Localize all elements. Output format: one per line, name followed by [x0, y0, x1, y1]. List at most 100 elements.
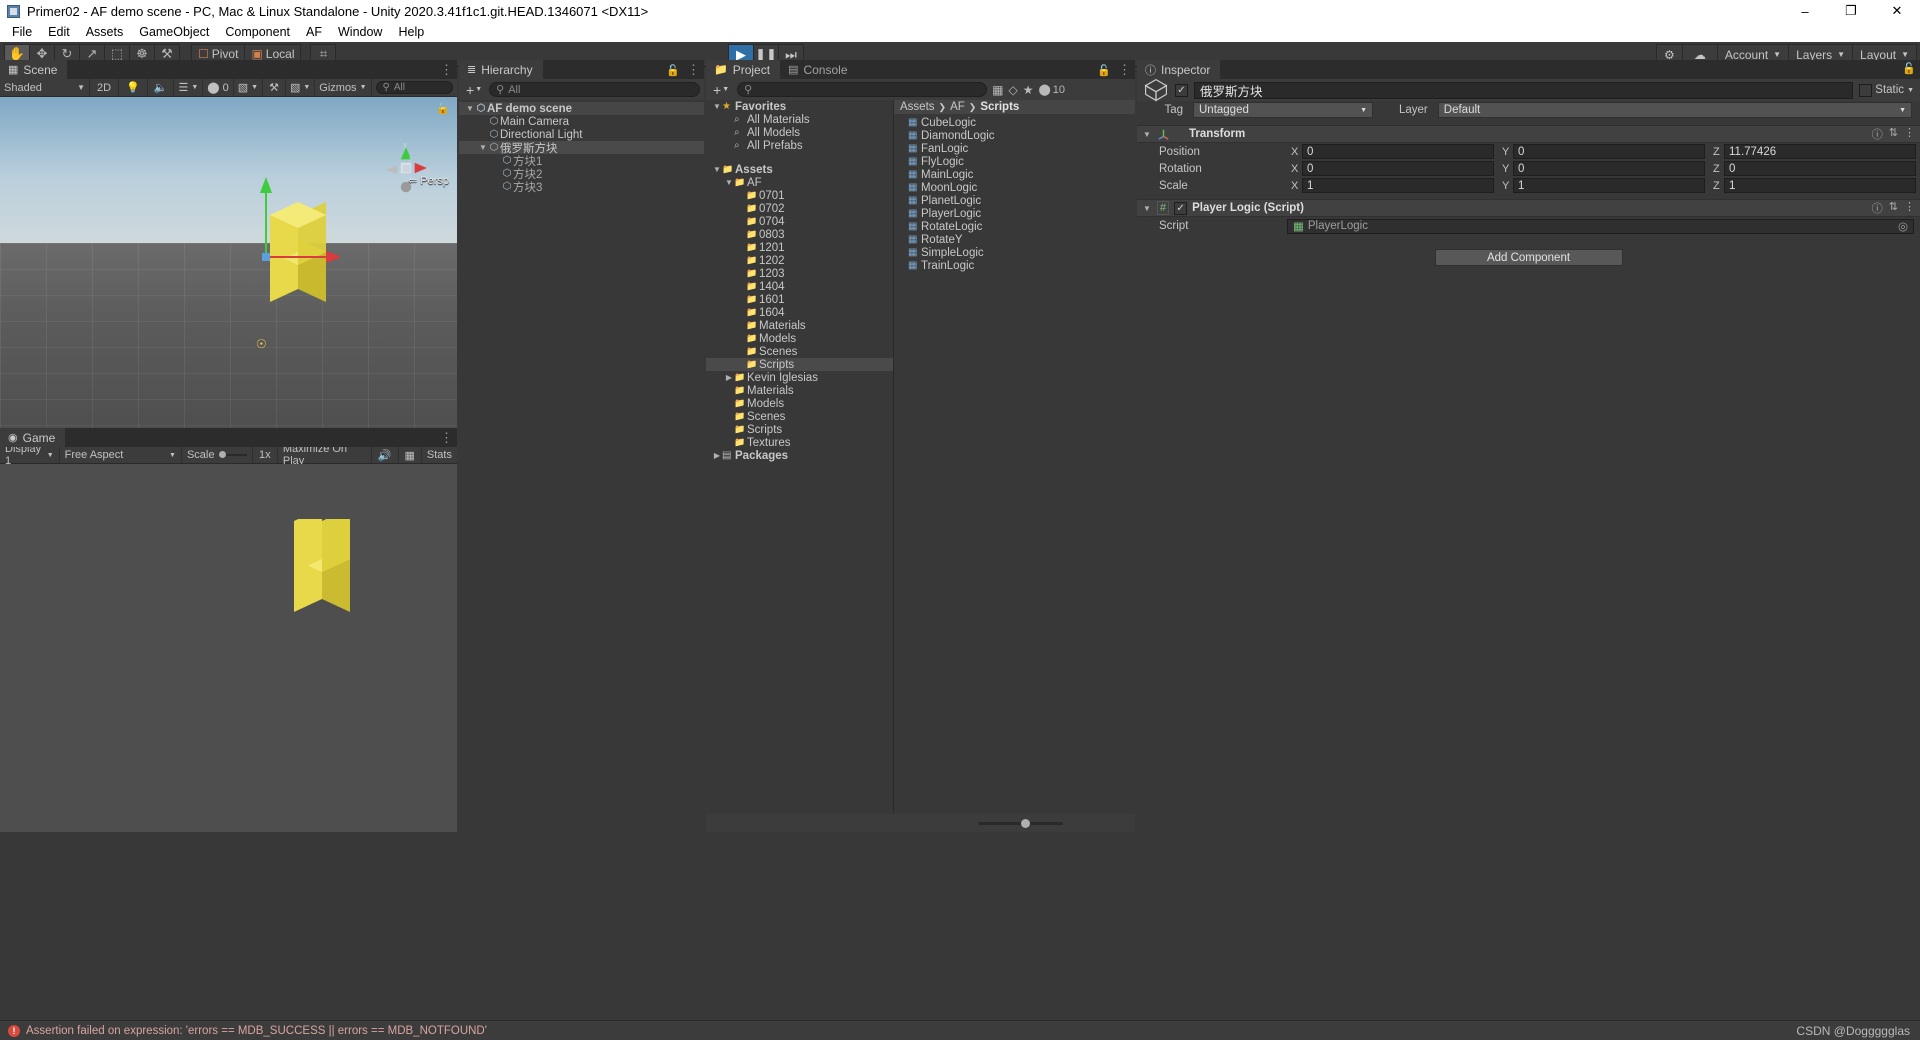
project-asset-1[interactable]: ▦ DiamondLogic	[894, 129, 1135, 142]
hierarchy-item-3[interactable]: ▼ ⬡ 俄罗斯方块	[459, 141, 704, 155]
project-add-button[interactable]: + ▼	[710, 82, 732, 98]
scale-z-field[interactable]: Z1	[1709, 178, 1920, 193]
aspect-dropdown[interactable]: Free Aspect ▼	[60, 447, 182, 463]
expand-triangle-icon[interactable]: ▼	[712, 165, 722, 174]
scene-lock-icon[interactable]: 🔓	[436, 102, 450, 115]
tab-scene[interactable]: ▦ Scene	[0, 60, 68, 79]
project-tree-item-13[interactable]: 📁 1203	[706, 267, 893, 280]
scale-slider[interactable]: Scale	[182, 447, 253, 463]
project-asset-3[interactable]: ▦ FlyLogic	[894, 155, 1135, 168]
scale-x-field[interactable]: X1	[1287, 178, 1498, 193]
breadcrumb-af[interactable]: AF	[950, 101, 965, 113]
hierarchy-item-6[interactable]: ⬡ 方块3	[459, 180, 704, 194]
scene-axis-gizmo[interactable]: y x z	[380, 142, 432, 194]
kebab-icon[interactable]: ⋮	[1118, 62, 1131, 78]
lock-icon[interactable]: 🔓	[1902, 62, 1916, 75]
tab-inspector[interactable]: ⓘ Inspector	[1137, 60, 1221, 79]
position-x-field[interactable]: X0	[1287, 144, 1498, 159]
project-tree-item-9[interactable]: 📁 0704	[706, 215, 893, 228]
project-zoom-knob[interactable]	[1020, 818, 1030, 828]
menu-item-window[interactable]: Window	[330, 22, 390, 42]
menu-item-edit[interactable]: Edit	[40, 22, 78, 42]
scene-camera-icon[interactable]: ▧ ▼	[286, 79, 316, 96]
scale-z-value[interactable]: 1	[1724, 178, 1916, 193]
component-enabled-checkbox[interactable]: ✓	[1174, 201, 1188, 215]
kebab-icon[interactable]: ⋮	[1904, 200, 1915, 216]
tab-console[interactable]: ▤ Console	[780, 60, 858, 79]
directional-light-gizmo[interactable]: ☉	[256, 337, 267, 351]
lock-icon[interactable]: 🔓	[666, 64, 680, 77]
scene-viewport[interactable]: ☉ ⇐ Persp y x z 🔓	[0, 97, 457, 428]
project-tree-item-22[interactable]: 📁 Materials	[706, 384, 893, 397]
project-asset-9[interactable]: ▦ RotateY	[894, 233, 1135, 246]
project-search-input[interactable]: ⚲	[737, 82, 988, 97]
help-icon[interactable]: ⓘ	[1872, 200, 1883, 216]
kebab-icon[interactable]: ⋮	[687, 62, 700, 78]
status-message[interactable]: Assertion failed on expression: 'errors …	[26, 1025, 487, 1037]
hidden-objects-toggle[interactable]: ⬤ 0	[203, 79, 234, 96]
project-tree-item-3[interactable]: ⌕ All Prefabs	[706, 139, 893, 152]
speaker-icon[interactable]: 🔈	[148, 79, 175, 96]
project-asset-0[interactable]: ▦ CubeLogic	[894, 116, 1135, 129]
hierarchy-item-0[interactable]: ▼ ⬡ AF demo scene	[459, 102, 704, 115]
collapse-triangle-icon[interactable]: ▼	[1142, 130, 1152, 139]
project-tree-item-5[interactable]: ▼ 📁 Assets	[706, 163, 893, 176]
grid-visibility-icon[interactable]: ▧ ▼	[234, 79, 264, 96]
preset-icon[interactable]: ⇅	[1889, 200, 1898, 216]
game-gizmos-icon[interactable]: ▦	[399, 447, 422, 463]
project-tree-item-8[interactable]: 📁 0702	[706, 202, 893, 215]
project-tree-item-10[interactable]: 📁 0803	[706, 228, 893, 241]
tab-game[interactable]: ◉ Game	[0, 428, 66, 447]
hierarchy-item-1[interactable]: ⬡ Main Camera	[459, 115, 704, 128]
script-object-field[interactable]: ▦ PlayerLogic ◎	[1287, 218, 1914, 234]
project-tree-item-14[interactable]: 📁 1404	[706, 280, 893, 293]
chevron-down-icon[interactable]: ▼	[251, 84, 258, 91]
layer-dropdown[interactable]: Default ▼	[1437, 102, 1912, 118]
breadcrumb-assets[interactable]: Assets	[900, 101, 935, 113]
label-filter-icon[interactable]: ◇	[1008, 83, 1017, 97]
project-tree-item-17[interactable]: 📁 Materials	[706, 319, 893, 332]
project-tree-item-11[interactable]: 📁 1201	[706, 241, 893, 254]
project-asset-10[interactable]: ▦ SimpleLogic	[894, 246, 1135, 259]
tag-dropdown[interactable]: Untagged ▼	[1193, 102, 1373, 118]
position-x-value[interactable]: 0	[1302, 144, 1494, 159]
chevron-down-icon[interactable]: ▼	[1907, 87, 1914, 94]
lightbulb-icon[interactable]: 💡	[119, 79, 148, 96]
hierarchy-search-input[interactable]: ⚲ All	[489, 82, 700, 97]
object-picker-icon[interactable]: ◎	[1898, 219, 1908, 233]
static-checkbox[interactable]	[1859, 83, 1873, 97]
expand-triangle-icon[interactable]: ▼	[478, 143, 488, 152]
project-asset-8[interactable]: ▦ RotateLogic	[894, 220, 1135, 233]
project-tree-item-1[interactable]: ⌕ All Materials	[706, 113, 893, 126]
player-logic-component-header[interactable]: ▼ # ✓ Player Logic (Script) ⓘ ⇅ ⋮	[1137, 199, 1920, 217]
project-tree-item-19[interactable]: 📁 Scenes	[706, 345, 893, 358]
project-zoom-slider[interactable]	[978, 818, 1063, 828]
project-hidden-toggle[interactable]: ⬤ 10	[1038, 83, 1065, 97]
scene-search-box[interactable]: ⚲ All	[372, 79, 458, 96]
project-tree-item-2[interactable]: ⌕ All Models	[706, 126, 893, 139]
game-viewport[interactable]	[0, 464, 457, 832]
hierarchy-add-button[interactable]: + ▼	[463, 82, 485, 98]
hierarchy-item-4[interactable]: ⬡ 方块1	[459, 154, 704, 168]
shading-mode-dropdown[interactable]: Shaded ▼	[0, 79, 90, 96]
project-asset-6[interactable]: ▦ PlanetLogic	[894, 194, 1135, 207]
rotation-x-field[interactable]: X0	[1287, 161, 1498, 176]
menu-item-file[interactable]: File	[4, 22, 40, 42]
project-asset-5[interactable]: ▦ MoonLogic	[894, 181, 1135, 194]
project-tree-item-6[interactable]: ▼ 📁 AF	[706, 176, 893, 189]
project-asset-11[interactable]: ▦ TrainLogic	[894, 259, 1135, 272]
collapse-triangle-icon[interactable]: ▶	[712, 451, 722, 460]
maximize-button[interactable]: ❐	[1828, 0, 1874, 22]
gameobject-enabled-checkbox[interactable]: ✓	[1175, 83, 1188, 97]
rotation-z-value[interactable]: 0	[1724, 161, 1916, 176]
position-z-value[interactable]: 11.77426	[1724, 144, 1916, 159]
close-button[interactable]: ✕	[1874, 0, 1920, 22]
menu-item-component[interactable]: Component	[217, 22, 298, 42]
mute-audio-icon[interactable]: 🔊	[372, 447, 399, 463]
project-tree-item-0[interactable]: ▼ ★ Favorites	[706, 100, 893, 113]
project-asset-7[interactable]: ▦ PlayerLogic	[894, 207, 1135, 220]
rotation-y-value[interactable]: 0	[1513, 161, 1705, 176]
favorite-filter-icon[interactable]: ★	[1023, 83, 1034, 97]
menu-item-af[interactable]: AF	[298, 22, 330, 42]
scale-x-value[interactable]: 1	[1302, 178, 1494, 193]
